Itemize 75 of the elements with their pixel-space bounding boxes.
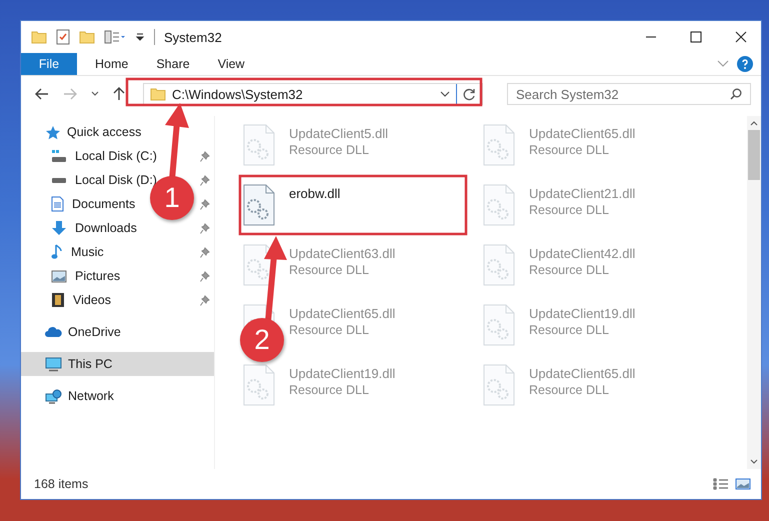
window-title: System32 xyxy=(164,30,222,44)
file-name: UpdateClient63.dll xyxy=(289,246,396,261)
dropdown-chevron-icon[interactable] xyxy=(440,91,450,97)
scrollbar-thumb[interactable] xyxy=(748,130,760,180)
file-name: erobw.dll xyxy=(289,186,340,201)
pin-icon[interactable] xyxy=(200,222,210,234)
close-icon[interactable] xyxy=(735,31,747,43)
scroll-up-icon[interactable] xyxy=(750,120,758,126)
file-type: Resource DLL xyxy=(529,203,610,217)
properties-icon[interactable] xyxy=(104,30,126,44)
music-note-icon xyxy=(51,244,63,260)
sidebar-item[interactable]: Quick access xyxy=(21,120,214,144)
file-type: Resource DLL xyxy=(289,263,370,277)
item-count: 168 items xyxy=(34,477,88,491)
pin-icon[interactable] xyxy=(200,150,210,162)
pin-icon[interactable] xyxy=(200,198,210,210)
back-arrow-icon[interactable] xyxy=(35,88,49,100)
document-icon xyxy=(51,196,64,212)
file-tab[interactable]: File xyxy=(21,53,77,75)
file-name: UpdateClient19.dll xyxy=(289,366,396,381)
pin-icon[interactable] xyxy=(200,174,210,186)
search-field[interactable]: Search System32 xyxy=(507,83,751,105)
file-type: Resource DLL xyxy=(289,143,370,157)
help-icon[interactable] xyxy=(737,56,753,72)
sidebar-item[interactable]: Local Disk (C:) xyxy=(73,147,159,165)
sidebar-item[interactable]: This PC xyxy=(21,352,214,376)
scroll-down-icon[interactable] xyxy=(750,459,758,465)
drive-icon xyxy=(51,176,67,184)
film-strip-icon xyxy=(51,292,65,308)
file-name: UpdateClient5.dll xyxy=(289,126,388,141)
details-view-icon[interactable] xyxy=(713,478,729,490)
file-name: UpdateClient65.dll xyxy=(529,126,636,141)
sidebar-item[interactable]: Music xyxy=(69,243,106,261)
file-type: Resource DLL xyxy=(529,143,610,157)
cloud-icon xyxy=(45,326,62,338)
address-bar[interactable]: C:\Windows\System32 xyxy=(143,83,483,105)
checklist-icon[interactable] xyxy=(56,29,70,45)
maximize-icon[interactable] xyxy=(690,31,702,43)
file-name: UpdateClient19.dll xyxy=(529,306,636,321)
expand-ribbon-icon[interactable] xyxy=(717,60,729,68)
file-name: UpdateClient65.dll xyxy=(529,366,636,381)
pin-icon[interactable] xyxy=(200,246,210,258)
file-type: Resource DLL xyxy=(289,323,370,337)
ribbon-tab[interactable]: Share xyxy=(146,53,200,75)
file-name: UpdateClient21.dll xyxy=(529,186,636,201)
drive-icon xyxy=(51,149,67,163)
folder-icon xyxy=(150,87,166,101)
recent-dropdown-icon[interactable] xyxy=(91,91,99,97)
up-arrow-icon[interactable] xyxy=(113,87,125,101)
sidebar-item[interactable]: Documents xyxy=(70,195,138,213)
file-type: Resource DLL xyxy=(529,383,610,397)
picture-icon xyxy=(51,270,67,282)
sidebar-item[interactable]: Pictures xyxy=(73,267,122,285)
file-type: Resource DLL xyxy=(529,323,610,337)
search-icon xyxy=(730,88,742,100)
sidebar-item[interactable]: Downloads xyxy=(73,219,139,237)
file-type: Resource DLL xyxy=(289,383,370,397)
file-name: UpdateClient42.dll xyxy=(529,246,636,261)
network-icon xyxy=(45,388,62,404)
star-icon xyxy=(45,124,61,140)
file-type: Resource DLL xyxy=(529,263,610,277)
file-name: UpdateClient65.dll xyxy=(289,306,396,321)
sidebar-item[interactable]: Videos xyxy=(71,291,113,309)
download-arrow-icon xyxy=(51,220,67,236)
ribbon-tab[interactable]: Home xyxy=(85,53,138,75)
ribbon-tab[interactable]: View xyxy=(208,53,255,75)
monitor-icon xyxy=(45,356,62,372)
scrollbar[interactable] xyxy=(747,116,761,469)
customize-dropdown-icon[interactable] xyxy=(135,32,145,42)
sidebar-item[interactable]: OneDrive xyxy=(21,320,214,344)
pin-icon[interactable] xyxy=(200,294,210,306)
sidebar-item[interactable]: Network xyxy=(21,384,214,408)
refresh-icon[interactable] xyxy=(463,88,476,100)
pin-icon[interactable] xyxy=(200,270,210,282)
large-icons-view-icon[interactable] xyxy=(735,478,751,490)
